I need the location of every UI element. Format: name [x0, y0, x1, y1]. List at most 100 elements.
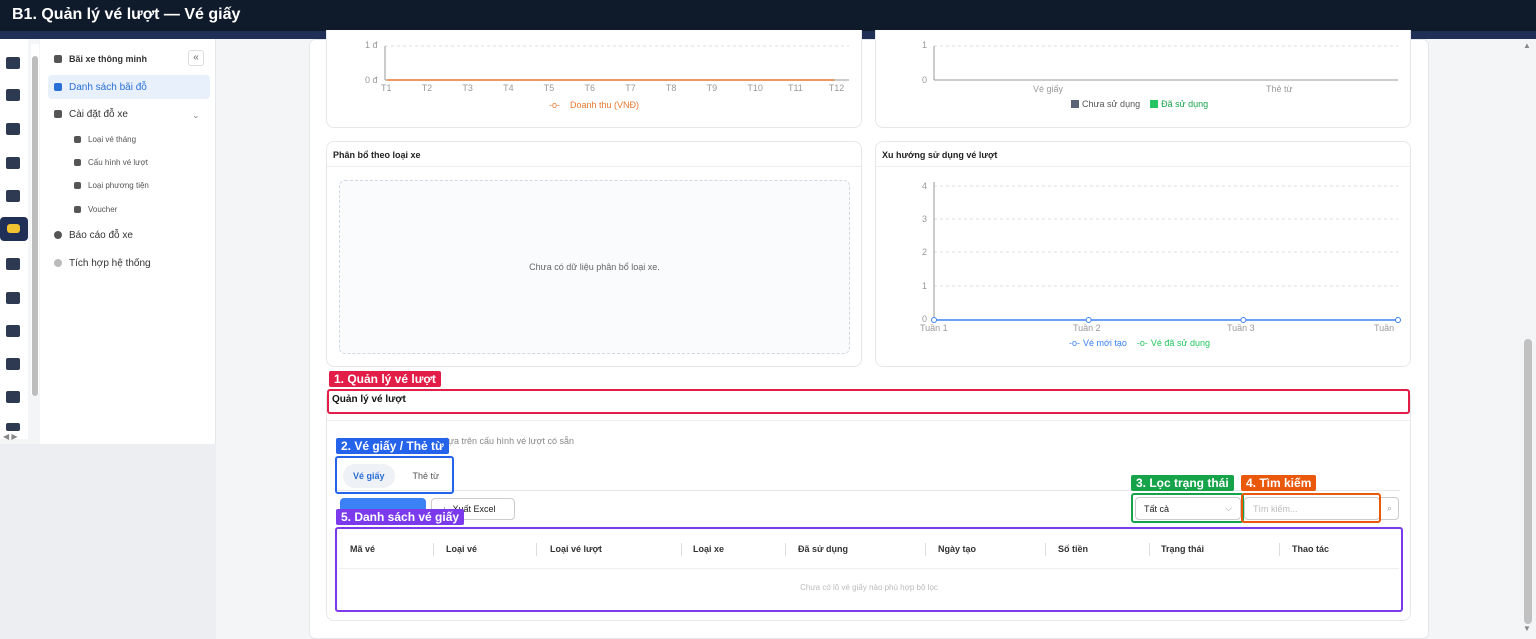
x-tick-label: T5	[543, 83, 555, 93]
y-tick-label: 1	[922, 281, 928, 291]
revenue-chart	[384, 45, 849, 81]
annotation-box-ticket-list	[335, 527, 1403, 612]
annotation-label-ticket-list: 5. Danh sách vé giấy	[336, 509, 465, 525]
trend-chart	[931, 182, 1401, 323]
store-icon[interactable]	[6, 325, 20, 337]
x-tick-label: T6	[584, 83, 596, 93]
sidebar-empty-area	[0, 444, 216, 639]
annotation-label-search: 4. Tìm kiếm	[1241, 475, 1317, 491]
x-tick-label: T10	[747, 83, 763, 93]
building-icon[interactable]	[6, 292, 20, 304]
revenue-legend: -o- Doanh thu (VNĐ)	[549, 100, 639, 110]
y-tick-label: 1 đ	[365, 40, 378, 50]
trend-legend: -o- Vé mới tạo -o- Vé đã sử dụng	[1069, 338, 1210, 348]
revenue-chart-card: 1 đ 0 đ T1 T2 T3 T4 T5 T6 T7 T8 T9 T10 T11 T12 -o- …	[326, 30, 862, 128]
legend-line-icon: -o-	[1069, 338, 1080, 348]
x-tick-label: Vé giấy	[1033, 84, 1064, 94]
page-scrollbar[interactable]: ▲ ▼	[1520, 39, 1536, 639]
voucher-icon	[74, 205, 81, 213]
legend-label: Vé đã sử dụng	[1150, 338, 1210, 348]
y-tick-label: 0 đ	[365, 75, 378, 85]
x-tick-label: Tuần 1	[920, 323, 948, 333]
scroll-up-icon[interactable]: ▲	[1523, 41, 1531, 50]
calendar-icon	[74, 135, 81, 143]
collapse-sidebar-button[interactable]: «	[188, 50, 204, 66]
x-tick-label: T3	[462, 83, 473, 93]
x-tick-label: T12	[828, 83, 845, 93]
annotation-label-status-filter: 3. Lọc trạng thái	[1131, 475, 1234, 491]
sidebar-scroll-thumb[interactable]	[32, 56, 38, 396]
x-tick-label: T1	[381, 83, 392, 93]
annotation-label-ticket-management: 1. Quản lý vé lượt	[329, 371, 441, 387]
sidebar-item-label: Báo cáo đỗ xe	[69, 229, 133, 241]
section-description: dựa trên cấu hình vé lượt có sẵn	[443, 436, 575, 446]
sidebar-item-label: Loại phương tiện	[88, 180, 149, 190]
settings-icon	[54, 110, 62, 118]
trend-point	[931, 317, 937, 323]
scroll-down-icon[interactable]: ▼	[1523, 624, 1531, 633]
car-nav-icon[interactable]	[0, 217, 28, 241]
sidebar-item-parking-settings[interactable]: Cài đặt đỗ xe	[48, 102, 210, 126]
legend-line-icon: -o-	[549, 100, 560, 110]
report-icon	[54, 231, 62, 239]
divider	[327, 166, 861, 167]
sidebar-item-smart-parking[interactable]: Bãi xe thông minh	[48, 47, 210, 71]
trend-series	[931, 317, 1401, 323]
sidebar-scroll-arrows[interactable]: ◀ ▶	[3, 432, 18, 441]
chevron-down-icon[interactable]: ⌄	[192, 110, 200, 121]
annotation-box-status-filter	[1131, 493, 1244, 523]
stats-icon[interactable]	[6, 391, 20, 403]
gear-icon[interactable]	[6, 423, 20, 431]
y-tick-label: 3	[922, 214, 928, 224]
sidebar-item-parking-report[interactable]: Báo cáo đỗ xe	[48, 223, 210, 247]
group-icon[interactable]	[6, 258, 20, 270]
legend-label: Doanh thu (VNĐ)	[570, 100, 640, 110]
status-chart	[933, 45, 1398, 81]
vehicle-distribution-card: Phân bổ theo loại xe Chưa có dữ liệu phâ…	[326, 141, 862, 367]
person-icon[interactable]	[6, 358, 20, 370]
icon-rail	[0, 39, 28, 439]
sidebar-item-parking-list[interactable]: Danh sách bãi đỗ	[48, 75, 210, 99]
usage-trend-card: Xu hướng sử dụng vé lượt 4 3 2 1 0 Tuần …	[875, 141, 1411, 367]
trend-point	[1395, 317, 1401, 323]
sidebar-item-vehicle-type[interactable]: Loại phương tiện	[48, 174, 210, 196]
x-tick-label: T11	[788, 83, 803, 93]
annotation-box-search	[1241, 493, 1381, 523]
parking-icon[interactable]	[6, 57, 20, 69]
y-tick-label: 2	[922, 247, 928, 257]
sidebar-scrollbar[interactable]	[31, 44, 39, 396]
sidebar-item-label: Loại vé tháng	[88, 134, 137, 144]
sidebar-item-ticket-config[interactable]: Cấu hình vé lượt	[48, 151, 210, 173]
document-icon[interactable]	[6, 157, 20, 169]
integration-icon	[54, 259, 62, 267]
sidebar-item-label: Bãi xe thông minh	[69, 54, 148, 64]
x-tick-label: Tuần 2	[1073, 323, 1101, 333]
page-scroll-thumb[interactable]	[1524, 339, 1532, 624]
briefcase-icon[interactable]	[6, 190, 20, 202]
x-tick-label: Thẻ từ	[1266, 84, 1293, 94]
car-icon	[54, 55, 62, 63]
sidebar-item-label: Danh sách bãi đỗ	[69, 81, 147, 93]
trend-point	[1240, 317, 1247, 323]
distribution-empty-state: Chưa có dữ liệu phân bổ loại xe.	[339, 180, 850, 354]
window-title: B1. Quản lý vé lượt — Vé giấy	[0, 0, 1536, 31]
chat-icon[interactable]	[6, 123, 20, 135]
sidebar-item-monthly-ticket[interactable]: Loại vé tháng	[48, 128, 210, 150]
list-icon	[54, 83, 62, 91]
sidebar-item-system-integration[interactable]: Tích hợp hệ thống	[48, 251, 210, 275]
search-icon[interactable]: ⌕	[1380, 497, 1399, 520]
sidebar: Bãi xe thông minh « Danh sách bãi đỗ Cài…	[40, 39, 216, 444]
status-legend: Chưa sử dụng Đã sử dụng	[1071, 99, 1208, 109]
card-title: Phân bổ theo loại xe	[333, 150, 421, 160]
user-icon[interactable]	[6, 89, 20, 101]
x-tick-label: T4	[503, 83, 514, 93]
y-tick-label: 4	[922, 181, 928, 191]
empty-message: Chưa có dữ liệu phân bổ loại xe.	[529, 262, 660, 272]
y-tick-label: 0	[922, 75, 928, 85]
x-tick-label: T2	[421, 83, 433, 93]
car-icon	[74, 181, 81, 189]
sidebar-item-label: Voucher	[88, 204, 118, 214]
x-tick-label: T7	[625, 83, 636, 93]
sidebar-item-voucher[interactable]: Voucher	[48, 198, 210, 220]
trend-point	[1085, 317, 1092, 323]
